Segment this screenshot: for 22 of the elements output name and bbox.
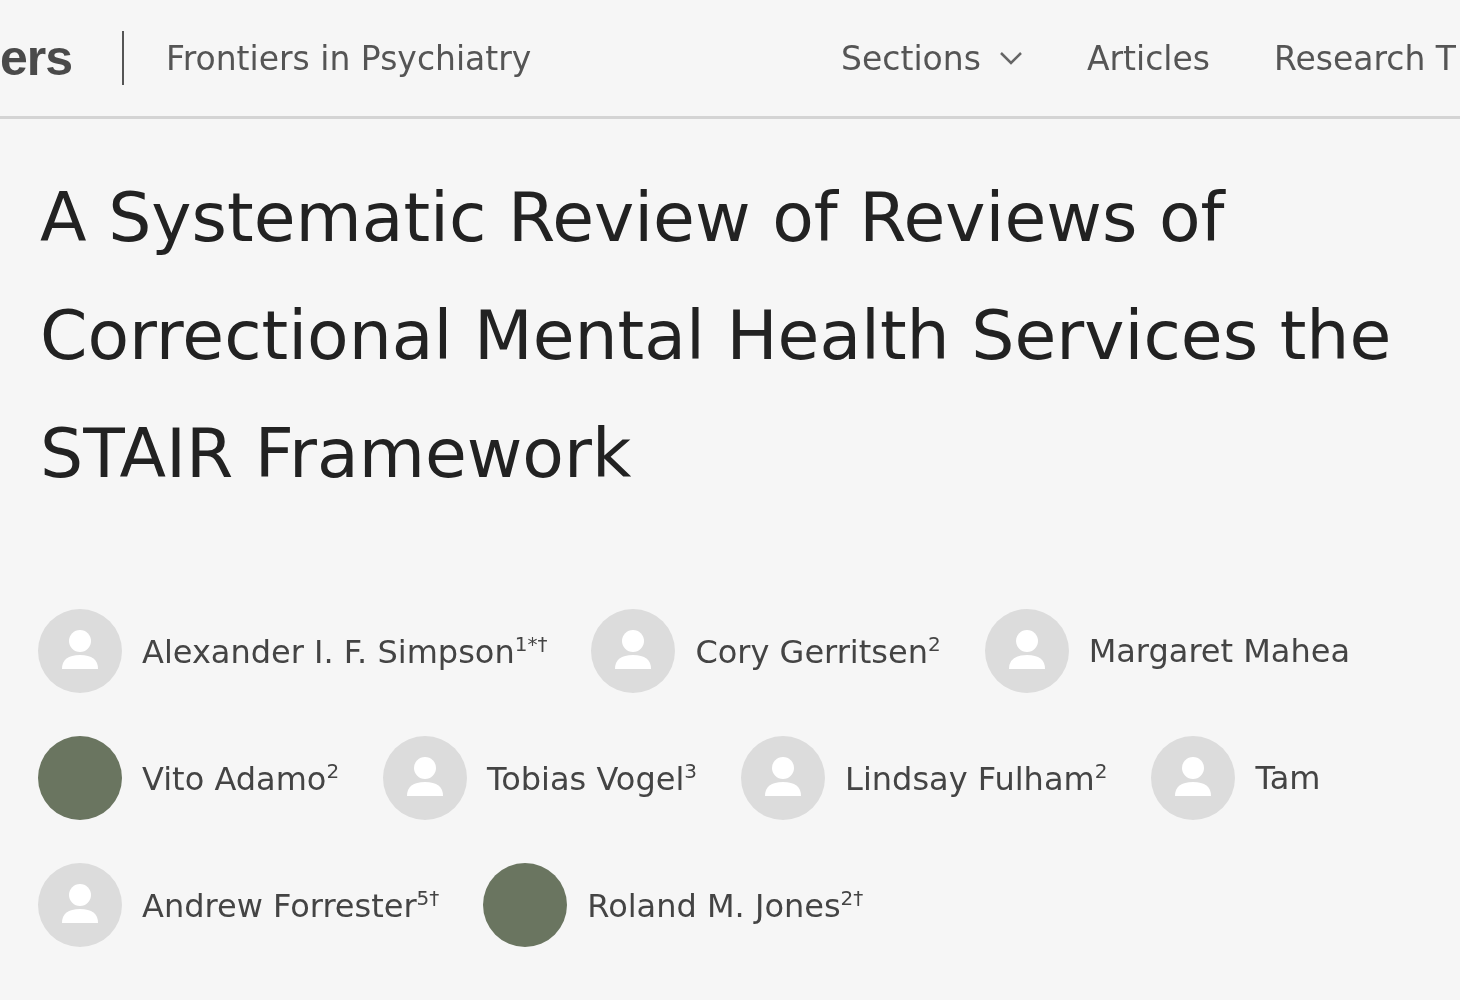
author-name[interactable]: Tobias Vogel$^{3}$ [487,758,698,798]
author-name[interactable]: Roland M. Jones$^{2†}$ [587,885,864,925]
author-name[interactable]: Cory Gerritsen$^{2}$ [695,631,941,671]
journal-name: Frontiers in Psychiatry [166,38,532,78]
avatar-placeholder-icon [984,609,1069,693]
nav-link[interactable]: Articles [1086,38,1210,78]
author-name[interactable]: Lindsay Fulham$^{2}$ [845,758,1108,798]
avatar-placeholder-icon [38,609,122,693]
avatar-placeholder-icon [741,736,826,820]
author-name[interactable]: Tam [1255,759,1321,797]
nav-link[interactable]: Sections [841,38,1023,78]
author-name[interactable]: Margaret Mahea [1088,632,1351,670]
logo[interactable]: ers [0,29,73,87]
nav-link[interactable]: Research T [1274,38,1456,78]
article-title: A Systematic Review of Reviews of Correctional Mental Health Services the STAIR Framework [40,177,1393,495]
avatar-placeholder-icon [591,609,676,693]
author-name[interactable]: Vito Adamo$^{2}$ [142,758,340,798]
avatar-placeholder-icon [38,863,122,947]
author-name[interactable]: Andrew Forrester$^{5†}$ [142,885,440,925]
avatar-placeholder-icon [383,736,468,820]
author-name[interactable]: Alexander I. F. Simpson$^{1*†}$ [142,631,548,671]
avatar-placeholder-icon [1151,736,1236,820]
